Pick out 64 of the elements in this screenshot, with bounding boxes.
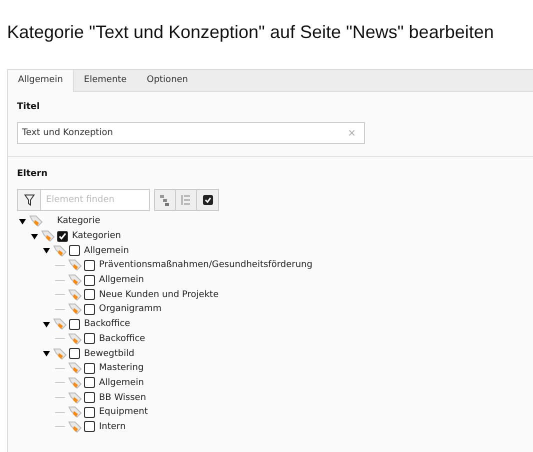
tree-item[interactable]: Intern xyxy=(99,422,126,432)
tag-icon xyxy=(68,303,82,316)
page-heading: Kategorie "Text und Konzeption" auf Seite "News" bearbeiten xyxy=(6,21,495,44)
tag-icon xyxy=(68,420,82,433)
tree-item[interactable]: BB Wissen xyxy=(99,392,146,403)
field-label: Eltern xyxy=(17,169,48,179)
expand-toggle[interactable] xyxy=(43,350,50,358)
checkbox[interactable] xyxy=(69,318,80,330)
tree-item[interactable]: Kategorien xyxy=(72,231,121,242)
tag-icon xyxy=(68,406,82,418)
expand-toggle[interactable] xyxy=(19,218,26,225)
checkbox[interactable] xyxy=(84,362,95,374)
checkbox[interactable] xyxy=(84,377,95,388)
checkbox[interactable] xyxy=(69,245,80,256)
tree-view-button[interactable] xyxy=(155,190,176,210)
tag-icon xyxy=(53,318,67,330)
tree-item[interactable]: Organigramm xyxy=(99,304,162,314)
checkbox[interactable] xyxy=(84,289,95,300)
tag-icon xyxy=(68,274,82,286)
field-label: Titel xyxy=(17,102,41,112)
checkbox[interactable] xyxy=(84,304,95,315)
checkbox[interactable] xyxy=(84,406,95,418)
checkbox-icon xyxy=(202,195,212,205)
expand-toggle[interactable] xyxy=(43,320,50,328)
list-icon xyxy=(181,194,191,206)
tree-item[interactable]: Backoffice xyxy=(99,334,146,344)
checkbox[interactable] xyxy=(84,421,95,432)
select-all-button[interactable] xyxy=(197,190,218,210)
expand-toggle[interactable] xyxy=(43,247,50,254)
tree-icon xyxy=(160,194,170,206)
checkbox[interactable] xyxy=(84,333,95,344)
tab[interactable]: Elemente xyxy=(74,70,137,91)
tree-item[interactable]: Equipment xyxy=(99,407,148,418)
checkbox[interactable] xyxy=(57,230,68,242)
checkbox[interactable] xyxy=(84,274,95,286)
checkbox[interactable] xyxy=(69,348,80,360)
tree-item[interactable]: Allgemein xyxy=(99,275,144,286)
expand-toggle[interactable] xyxy=(31,232,38,240)
checkbox[interactable] xyxy=(84,392,95,404)
tag-icon xyxy=(41,230,55,242)
tag-icon xyxy=(68,259,82,272)
tag-icon xyxy=(68,362,82,374)
tag-icon xyxy=(29,215,43,228)
tag-icon xyxy=(68,288,82,301)
tree-item[interactable]: Allgemein xyxy=(84,246,129,256)
checkbox[interactable] xyxy=(84,260,95,271)
tree-item[interactable]: Neue Kunden und Projekte xyxy=(99,290,219,300)
tag-icon xyxy=(53,244,67,257)
tree-item[interactable]: Allgemein xyxy=(99,378,144,388)
tag-icon xyxy=(68,392,82,404)
tree-item[interactable]: Bewegtbild xyxy=(84,348,134,359)
tag-icon xyxy=(68,332,82,345)
tree-item[interactable]: Präventionsmaßnahmen/Gesundheitsförderung xyxy=(99,260,312,270)
caret-down-icon xyxy=(43,320,50,328)
caret-down-icon xyxy=(43,350,50,358)
tab[interactable]: Optionen xyxy=(136,70,198,91)
tab[interactable]: Allgemein xyxy=(8,70,74,92)
filter-icon xyxy=(24,194,34,206)
title-field[interactable]: Text und Konzeption × xyxy=(17,122,365,144)
tree-root: Kategorie xyxy=(57,216,100,226)
tree-item[interactable]: Mastering xyxy=(99,363,144,374)
tag-icon xyxy=(68,376,82,389)
tag-icon xyxy=(53,348,67,360)
tree-item[interactable]: Backoffice xyxy=(84,319,130,330)
